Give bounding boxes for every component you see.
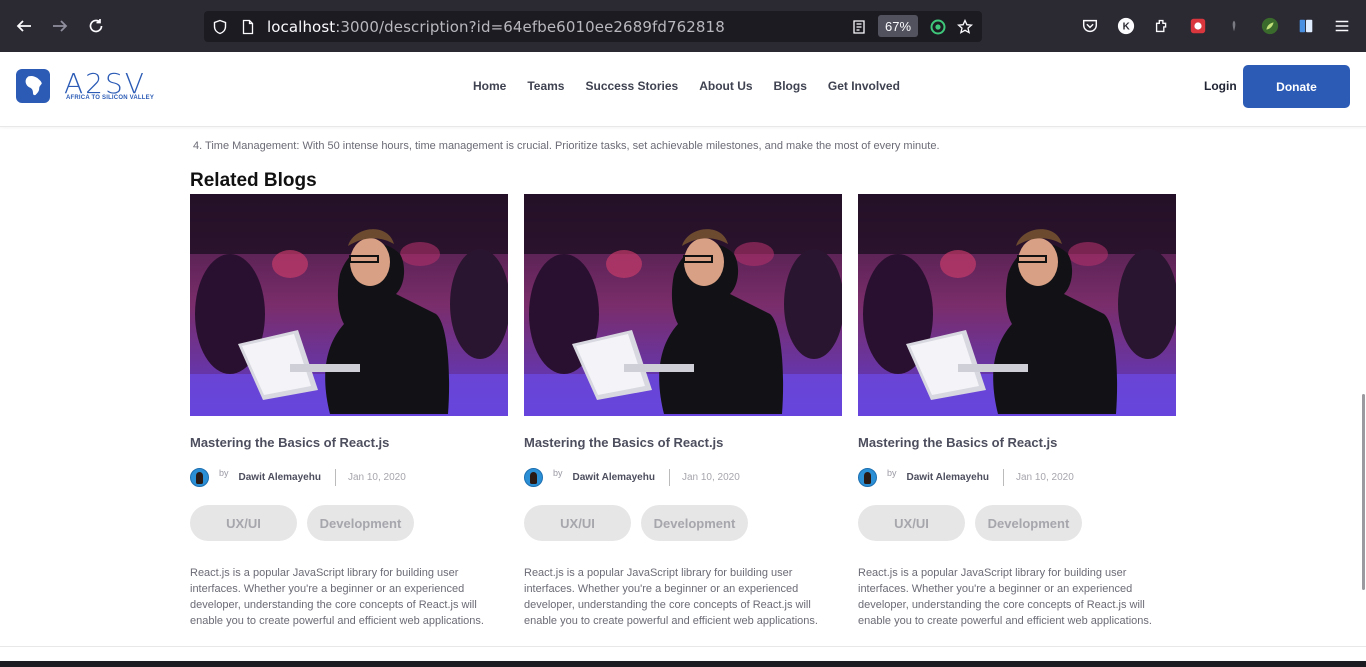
blog-card-description: React.js is a popular JavaScript library… bbox=[858, 567, 1152, 627]
pocket-icon[interactable] bbox=[1080, 16, 1100, 36]
blog-card-meta: by Dawit Alemayehu Jan 10, 2020 bbox=[524, 467, 842, 487]
author-name[interactable]: Dawit Alemayehu bbox=[239, 472, 321, 483]
extension-green-icon[interactable] bbox=[930, 19, 946, 35]
page-scrollbar[interactable] bbox=[1362, 394, 1365, 590]
meta-divider bbox=[668, 468, 670, 486]
avatar bbox=[858, 467, 877, 487]
post-date: Jan 10, 2020 bbox=[681, 471, 740, 483]
footer-divider bbox=[0, 646, 1366, 647]
extension-gray-icon[interactable] bbox=[1224, 16, 1244, 36]
photo-developer-laptop bbox=[190, 194, 508, 416]
bottom-edge bbox=[0, 661, 1366, 667]
by-label: by bbox=[887, 468, 897, 478]
svg-text:K: K bbox=[1123, 22, 1131, 33]
blog-card-meta: by Dawit Alemayehu Jan 10, 2020 bbox=[190, 467, 508, 487]
blog-card-image[interactable] bbox=[858, 194, 1176, 416]
avatar bbox=[190, 467, 209, 487]
logo-tagline: AFRICA TO SILICON VALLEY bbox=[66, 95, 155, 101]
nav-get-involved[interactable]: Get Involved bbox=[828, 79, 900, 93]
by-label: by bbox=[553, 468, 563, 478]
tag-development[interactable]: Development bbox=[307, 505, 414, 541]
url-host: localhost bbox=[267, 18, 336, 36]
extension-leaf-icon[interactable] bbox=[1260, 16, 1280, 36]
blog-card-title[interactable]: Mastering the Basics of React.js bbox=[524, 435, 842, 450]
photo-developer-laptop bbox=[524, 194, 842, 416]
list-item-time-management: 4. Time Management: With 50 intense hour… bbox=[193, 140, 940, 152]
blog-card[interactable]: Mastering the Basics of React.js by Dawi… bbox=[190, 194, 508, 629]
tag-development[interactable]: Development bbox=[975, 505, 1082, 541]
main-nav: Home Teams Success Stories About Us Blog… bbox=[473, 79, 921, 93]
tag-development[interactable]: Development bbox=[641, 505, 748, 541]
meta-divider bbox=[334, 468, 336, 486]
nav-teams[interactable]: Teams bbox=[527, 79, 564, 93]
blog-card-image[interactable] bbox=[190, 194, 508, 416]
tag-ux-ui[interactable]: UX/UI bbox=[190, 505, 297, 541]
extension-blue-icon[interactable] bbox=[1296, 16, 1316, 36]
url-path: :3000/description?id=64efbe6010ee2689fd7… bbox=[335, 18, 725, 36]
extensions-icon[interactable] bbox=[1152, 16, 1172, 36]
login-link[interactable]: Login bbox=[1204, 79, 1237, 93]
tag-ux-ui[interactable]: UX/UI bbox=[524, 505, 631, 541]
donate-button[interactable]: Donate bbox=[1243, 65, 1350, 108]
avatar bbox=[524, 467, 543, 487]
blog-card-description: React.js is a popular JavaScript library… bbox=[190, 567, 484, 627]
blog-card[interactable]: Mastering the Basics of React.js by Dawi… bbox=[858, 194, 1176, 629]
reader-icon[interactable] bbox=[851, 19, 867, 35]
nav-about-us[interactable]: About Us bbox=[699, 79, 752, 93]
nav-blogs[interactable]: Blogs bbox=[774, 79, 807, 93]
blog-card-image[interactable] bbox=[524, 194, 842, 416]
url-text[interactable]: localhost:3000/description?id=64efbe6010… bbox=[267, 18, 725, 36]
author-name[interactable]: Dawit Alemayehu bbox=[573, 472, 655, 483]
tag-list: UX/UI Development bbox=[190, 505, 508, 541]
blog-card-description: React.js is a popular JavaScript library… bbox=[524, 567, 818, 627]
photo-developer-laptop bbox=[858, 194, 1176, 416]
author-name[interactable]: Dawit Alemayehu bbox=[907, 472, 989, 483]
star-icon[interactable] bbox=[957, 19, 973, 35]
address-bar[interactable]: localhost:3000/description?id=64efbe6010… bbox=[204, 11, 982, 42]
forward-icon[interactable] bbox=[48, 14, 72, 38]
extension-k-icon[interactable]: K bbox=[1116, 16, 1136, 36]
africa-logo-icon[interactable] bbox=[16, 69, 50, 103]
blog-card-title[interactable]: Mastering the Basics of React.js bbox=[190, 435, 508, 450]
blog-card-title[interactable]: Mastering the Basics of React.js bbox=[858, 435, 1176, 450]
post-date: Jan 10, 2020 bbox=[1015, 471, 1074, 483]
site-header: A2SV AFRICA TO SILICON VALLEY Home Teams… bbox=[0, 52, 1366, 127]
by-label: by bbox=[219, 468, 229, 478]
browser-toolbar: localhost:3000/description?id=64efbe6010… bbox=[0, 0, 1366, 52]
tag-list: UX/UI Development bbox=[524, 505, 842, 541]
meta-divider bbox=[1002, 468, 1004, 486]
zoom-level[interactable]: 67% bbox=[878, 15, 918, 37]
menu-icon[interactable] bbox=[1332, 16, 1352, 36]
page-icon[interactable] bbox=[240, 19, 256, 35]
reload-icon[interactable] bbox=[84, 14, 108, 38]
back-icon[interactable] bbox=[12, 14, 36, 38]
blog-card[interactable]: Mastering the Basics of React.js by Dawi… bbox=[524, 194, 842, 629]
nav-home[interactable]: Home bbox=[473, 79, 506, 93]
tag-list: UX/UI Development bbox=[858, 505, 1176, 541]
blog-card-meta: by Dawit Alemayehu Jan 10, 2020 bbox=[858, 467, 1176, 487]
shield-icon[interactable] bbox=[212, 19, 228, 35]
related-blogs-heading: Related Blogs bbox=[190, 170, 317, 191]
tag-ux-ui[interactable]: UX/UI bbox=[858, 505, 965, 541]
post-date: Jan 10, 2020 bbox=[347, 471, 406, 483]
nav-success-stories[interactable]: Success Stories bbox=[585, 79, 678, 93]
extension-red-icon[interactable] bbox=[1188, 16, 1208, 36]
